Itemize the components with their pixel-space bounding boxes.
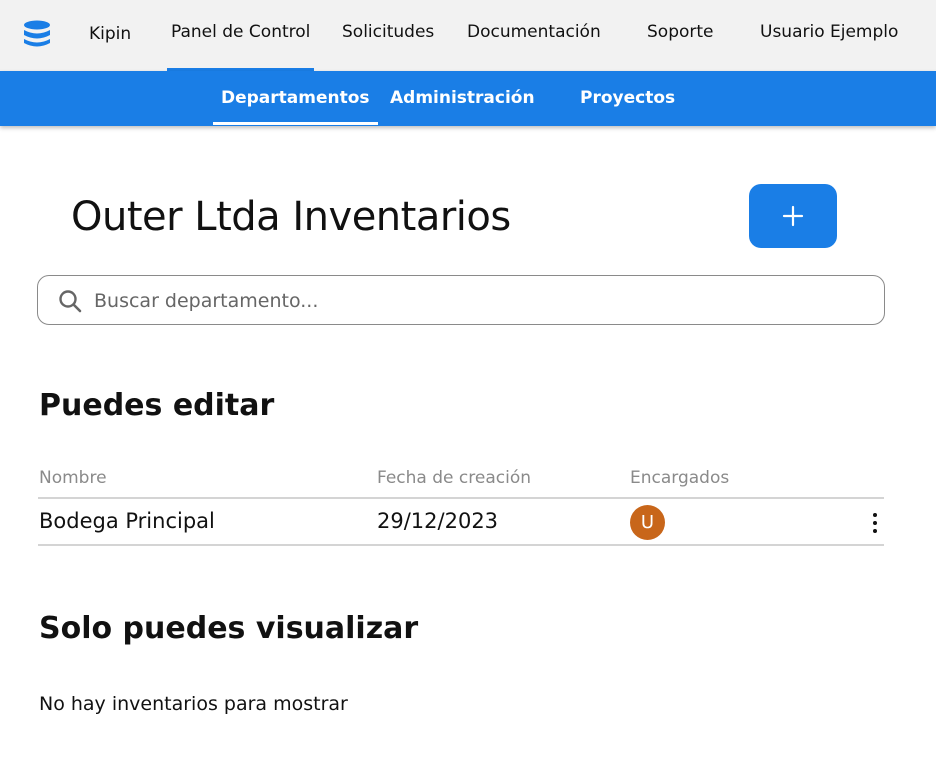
- row-name[interactable]: Bodega Principal: [39, 509, 215, 533]
- nav-documentacion[interactable]: Documentación: [467, 22, 601, 42]
- add-inventory-button[interactable]: [749, 184, 837, 248]
- active-tab-indicator: [213, 122, 378, 125]
- search-icon: [59, 290, 82, 313]
- top-navbar: Kipin Panel de Control Solicitudes Docum…: [0, 0, 936, 71]
- plus-icon: [782, 205, 804, 227]
- more-options-icon[interactable]: [864, 508, 886, 538]
- search-input[interactable]: [94, 286, 864, 316]
- table-row-divider: [38, 544, 884, 546]
- column-header-fecha: Fecha de creación: [377, 468, 531, 488]
- view-only-section-heading: Solo puedes visualizar: [39, 611, 419, 646]
- empty-state-message: No hay inventarios para mostrar: [39, 693, 348, 715]
- sub-navbar: Departamentos Administración Proyectos: [0, 71, 936, 126]
- page-title: Outer Ltda Inventarios: [71, 194, 511, 240]
- nav-solicitudes[interactable]: Solicitudes: [342, 22, 434, 42]
- brand-name[interactable]: Kipin: [89, 24, 131, 44]
- user-menu[interactable]: Usuario Ejemplo: [760, 22, 898, 42]
- tab-administracion[interactable]: Administración: [390, 88, 535, 108]
- row-created-date: 29/12/2023: [377, 509, 499, 533]
- nav-panel-de-control[interactable]: Panel de Control: [171, 22, 310, 42]
- editable-section-heading: Puedes editar: [39, 388, 275, 423]
- table-header-divider: [38, 497, 884, 499]
- nav-soporte[interactable]: Soporte: [647, 22, 714, 42]
- tab-departamentos[interactable]: Departamentos: [221, 88, 370, 108]
- column-header-nombre: Nombre: [39, 468, 107, 488]
- column-header-encargados: Encargados: [630, 468, 730, 488]
- avatar[interactable]: U: [630, 505, 665, 540]
- database-icon[interactable]: [22, 20, 52, 48]
- search-box: [37, 275, 885, 325]
- tab-proyectos[interactable]: Proyectos: [580, 88, 675, 108]
